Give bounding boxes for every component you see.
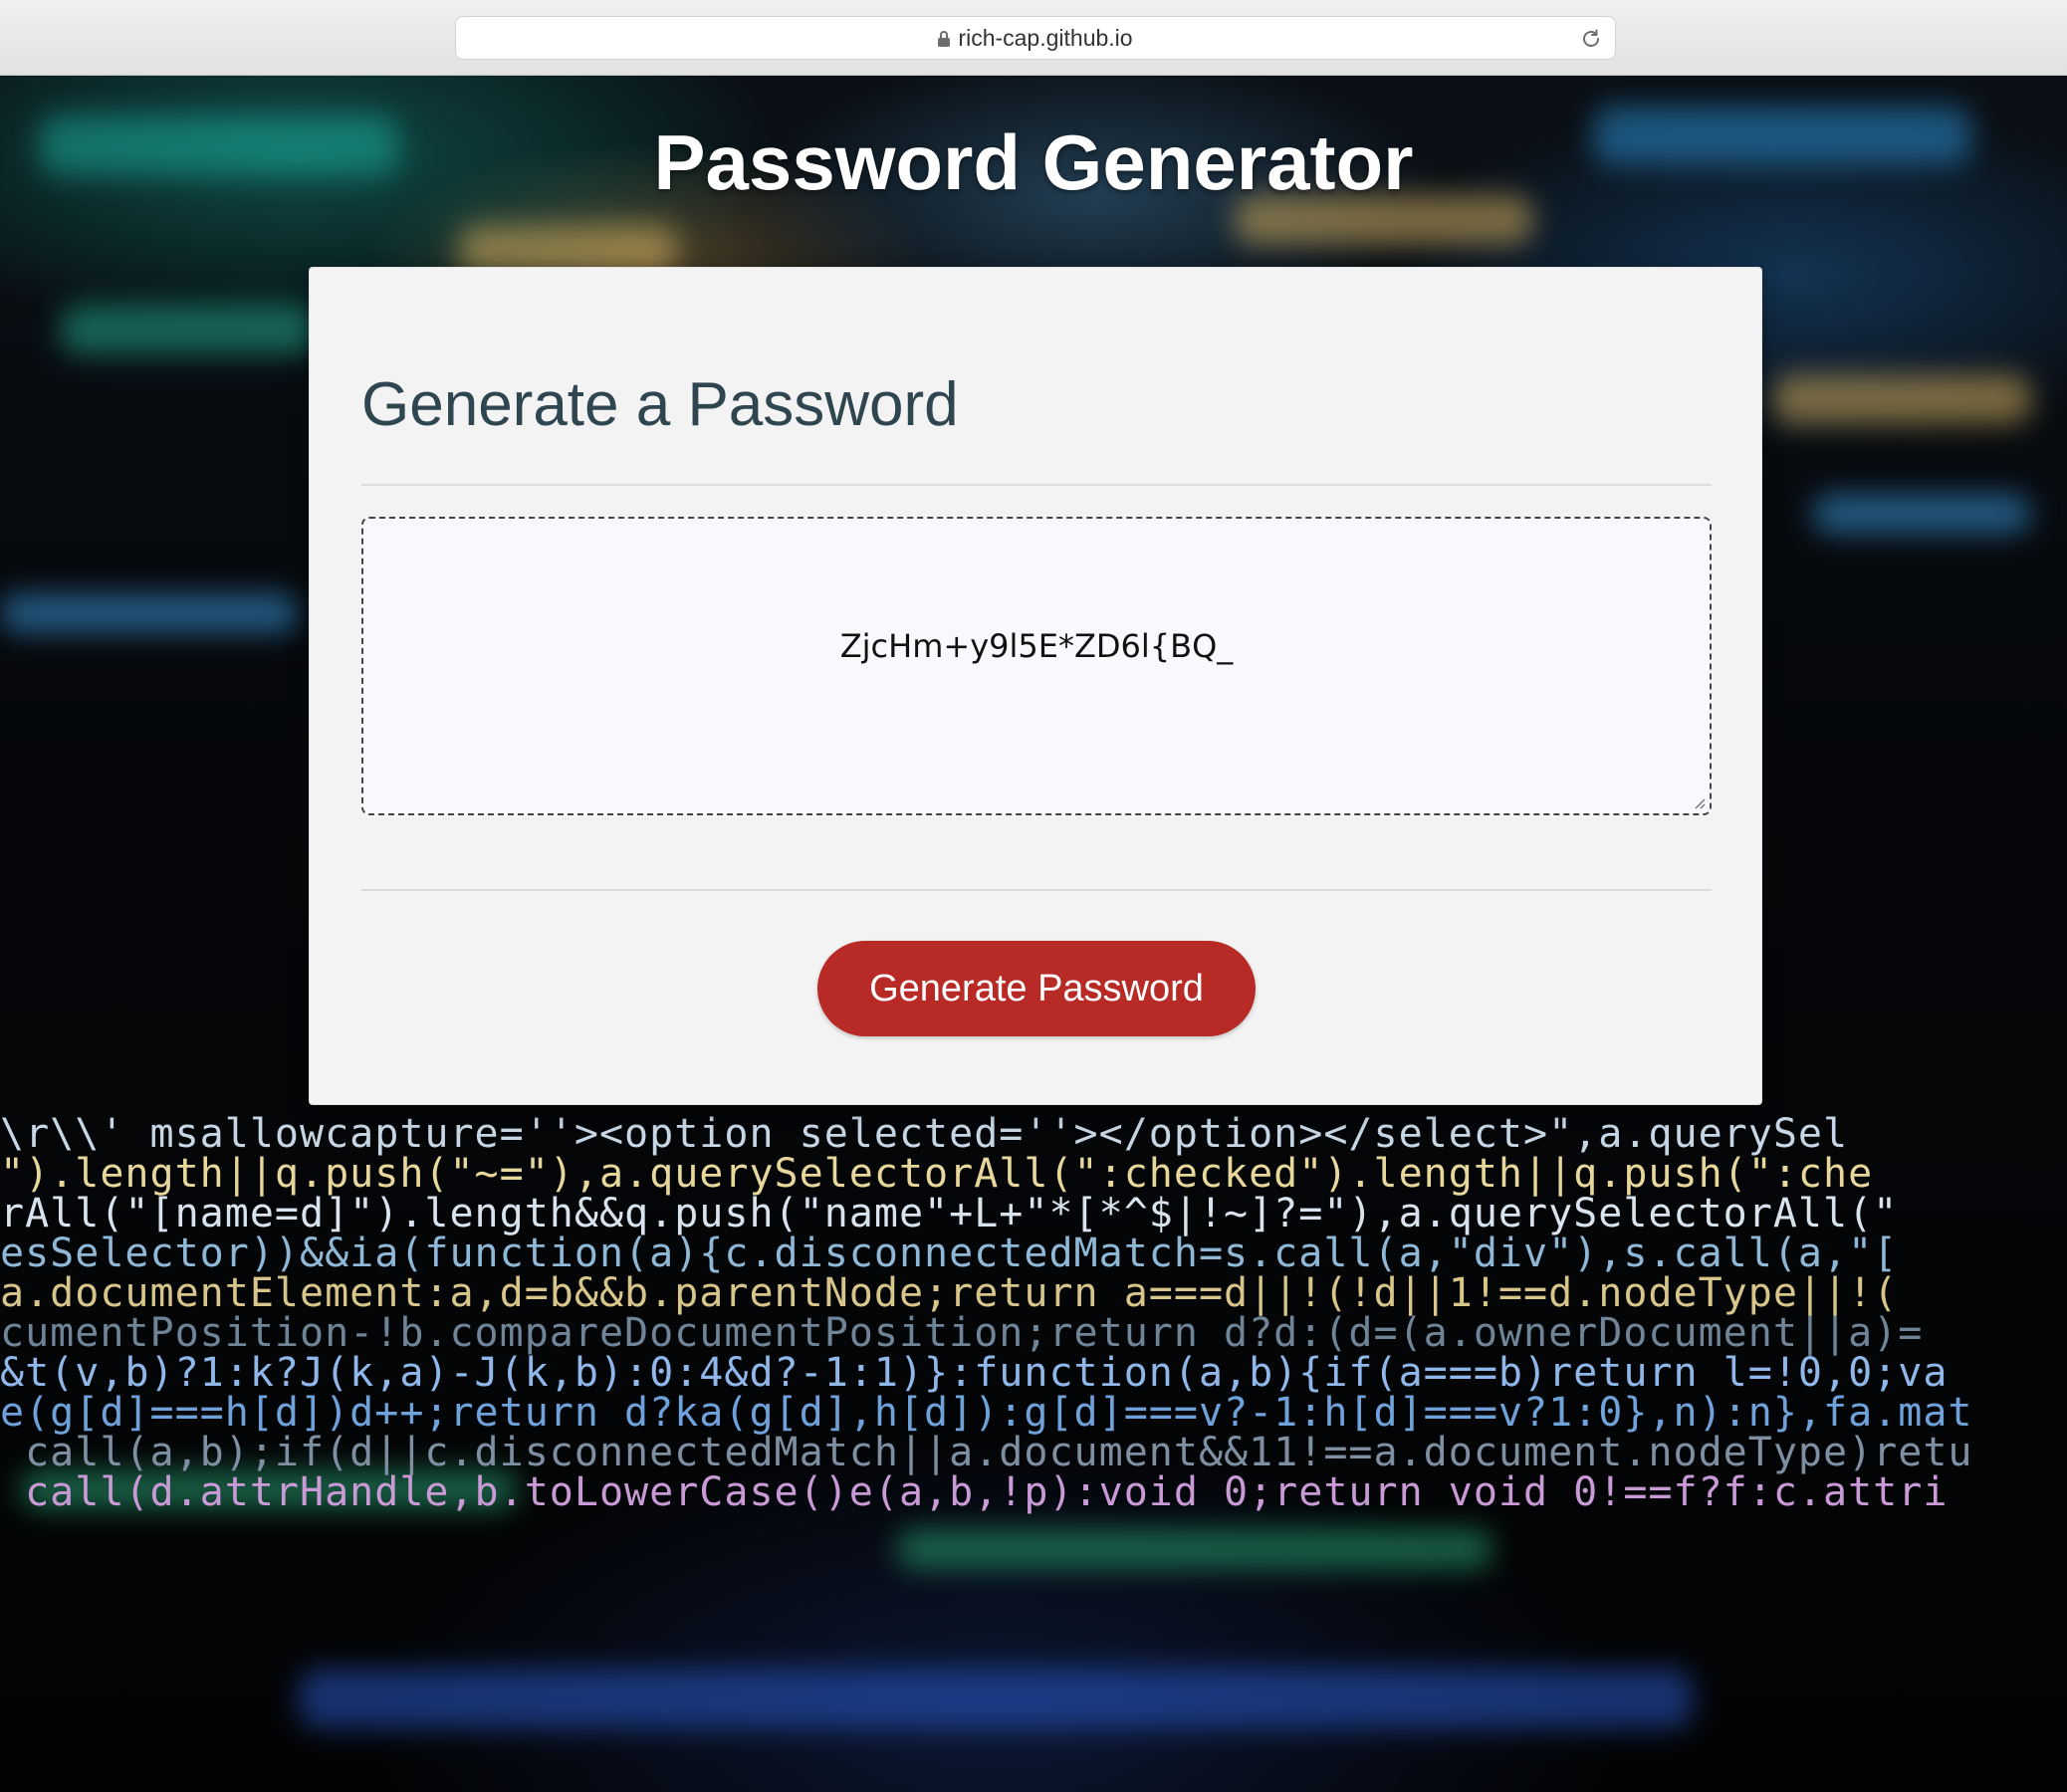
card-title: Generate a Password: [361, 370, 959, 439]
password-value: ZjcHm+y9l5E*ZD6l{BQ_: [839, 627, 1234, 665]
generate-password-button[interactable]: Generate Password: [817, 941, 1256, 1036]
reload-icon[interactable]: [1579, 27, 1603, 51]
url-text: rich-cap.github.io: [958, 24, 1133, 51]
address-bar[interactable]: rich-cap.github.io: [455, 16, 1616, 60]
resize-handle-icon[interactable]: [1692, 795, 1706, 809]
divider: [361, 484, 1712, 486]
code-line: call(d.attrHandle,b.toLowerCase()e(a,b,!…: [0, 1469, 1949, 1515]
page-title: Password Generator: [653, 118, 1414, 206]
lock-icon: [938, 31, 951, 47]
password-textarea[interactable]: ZjcHm+y9l5E*ZD6l{BQ_: [361, 517, 1712, 815]
browser-toolbar: rich-cap.github.io: [0, 0, 2067, 76]
divider: [361, 889, 1712, 891]
password-card: Generate a Password ZjcHm+y9l5E*ZD6l{BQ_…: [309, 267, 1762, 1105]
